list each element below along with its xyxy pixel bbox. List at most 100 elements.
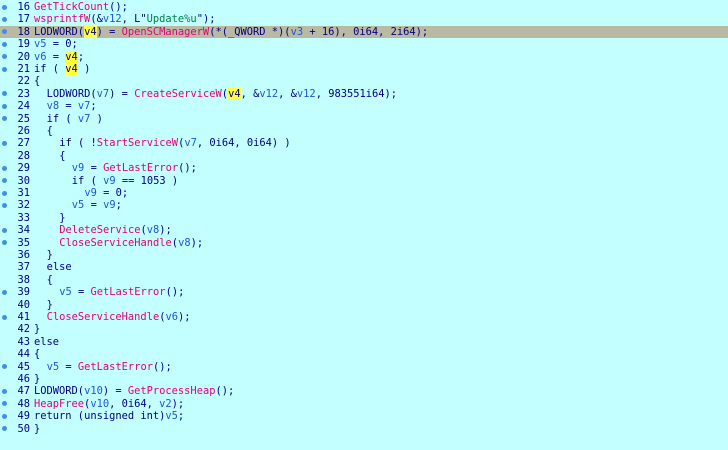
code-text[interactable]: v9 = GetLastError(); [72,162,197,174]
code-line[interactable]: 16 GetTickCount(); [0,1,728,13]
code-variable[interactable]: v10 [84,385,103,397]
line-gutter[interactable]: 43 [0,336,32,348]
code-variable[interactable]: v12 [297,88,316,100]
code-text[interactable]: { [47,274,53,286]
code-text[interactable]: v5 = GetLastError(); [59,286,184,298]
code-variable[interactable]: v8 [47,100,60,112]
code-text[interactable]: HeapFree(v10, 0i64, v2); [34,398,184,410]
line-gutter[interactable]: 23 [0,88,32,100]
line-gutter[interactable]: 46 [0,373,32,385]
code-variable-highlighted[interactable]: v4 [228,87,241,100]
code-line[interactable]: 33} [0,212,728,224]
code-text[interactable]: LODWORD(v7) = CreateServiceW(v4, &v12, &… [47,87,397,100]
code-text[interactable]: LODWORD(v4) = OpenSCManagerW(*(_QWORD *)… [34,25,428,38]
code-line[interactable]: 21 if ( v4 ) [0,63,728,75]
code-text[interactable]: v9 = 0; [84,187,128,199]
line-gutter[interactable]: 22 [0,75,32,87]
code-variable-highlighted[interactable]: v4 [65,50,78,63]
code-keyword[interactable]: if [59,137,72,149]
line-gutter[interactable]: 35 [0,237,32,249]
code-line[interactable]: 23 LODWORD(v7) = CreateServiceW(v4, &v12,… [0,87,728,100]
code-punctuation[interactable]: (); [215,385,234,397]
code-punctuation[interactable]: = [72,286,91,298]
code-punctuation[interactable]: , 983551i64); [316,88,397,100]
code-text[interactable]: { [34,348,40,360]
code-punctuation[interactable]: ) [78,63,90,75]
line-gutter[interactable]: 29 [0,162,32,174]
line-gutter[interactable]: 39 [0,286,32,298]
code-line[interactable]: 35 CloseServiceHandle(v8); [0,237,728,249]
code-function-name[interactable]: GetLastError [103,162,178,174]
code-keyword[interactable]: unsigned int [84,410,159,422]
line-gutter[interactable]: 34 [0,224,32,236]
code-variable[interactable]: v3 [291,26,304,38]
code-line[interactable]: 24 v8 = v7; [0,100,728,112]
line-gutter[interactable]: 44 [0,348,32,360]
code-punctuation[interactable]: ; [116,199,122,211]
code-punctuation[interactable]: ( ! [72,137,97,149]
code-line[interactable]: 34 DeleteService(v8); [0,224,728,236]
code-variable[interactable]: v7 [184,137,197,149]
code-function-name[interactable]: DeleteService [59,224,140,236]
code-line[interactable]: 32 v5 = v9; [0,199,728,211]
code-punctuation[interactable]: == 1053 ) [116,175,178,187]
code-punctuation[interactable]: ) = [103,385,128,397]
code-line[interactable]: 48 HeapFree(v10, 0i64, v2); [0,398,728,410]
line-gutter[interactable]: 26 [0,125,32,137]
line-gutter[interactable]: 50 [0,423,32,435]
code-punctuation[interactable]: } [47,299,53,311]
code-function-name[interactable]: GetLastError [78,361,153,373]
line-gutter[interactable]: 40 [0,299,32,311]
code-punctuation[interactable]: (); [153,361,172,373]
code-punctuation[interactable]: (); [109,1,128,13]
code-function-name[interactable]: CreateServiceW [134,88,222,100]
line-gutter[interactable]: 48 [0,398,32,410]
code-punctuation[interactable]: *)( [266,26,291,38]
code-keyword[interactable]: return [34,410,72,422]
code-punctuation[interactable]: } [59,212,65,224]
code-variable[interactable]: v9 [72,162,85,174]
code-variable[interactable]: v12 [103,13,122,25]
line-gutter[interactable]: 31 [0,187,32,199]
code-punctuation[interactable]: , & [241,88,260,100]
code-text[interactable]: v8 = v7; [47,100,97,112]
code-punctuation[interactable]: (); [166,286,185,298]
code-punctuation[interactable]: "); [197,13,216,25]
code-text[interactable]: LODWORD(v10) = GetProcessHeap(); [34,385,234,397]
code-line[interactable]: 26 { [0,125,728,137]
code-line[interactable]: 31 v9 = 0; [0,187,728,199]
code-function-name[interactable]: CloseServiceHandle [47,311,160,323]
code-line[interactable]: 37 else [0,261,728,273]
code-punctuation[interactable]: ) [90,113,103,125]
code-text[interactable]: } [34,323,40,335]
code-punctuation[interactable]: ) = [109,88,134,100]
code-variable[interactable]: v9 [103,199,116,211]
code-keyword[interactable]: if [72,175,85,187]
code-variable[interactable]: v5 [59,286,72,298]
code-line[interactable]: 17 wsprintfW(&v12, L"Update%u"); [0,13,728,25]
code-function-name[interactable]: StartServiceW [97,137,178,149]
code-punctuation[interactable]: (); [178,162,197,174]
code-variable[interactable]: v9 [84,187,97,199]
code-line[interactable]: 22 { [0,75,728,87]
code-variable[interactable]: v2 [159,398,172,410]
code-line[interactable]: 25 if ( v7 ) [0,113,728,125]
line-gutter[interactable]: 42 [0,323,32,335]
code-line[interactable]: 45 v5 = GetLastError(); [0,361,728,373]
code-punctuation[interactable]: = [84,199,103,211]
code-punctuation[interactable]: ( [72,410,84,422]
code-text[interactable]: v5 = v9; [72,199,122,211]
code-text[interactable]: if ( v7 ) [47,113,103,125]
code-punctuation[interactable]: { [34,348,40,360]
code-line[interactable]: 49 return (unsigned int)v5; [0,410,728,422]
code-line[interactable]: 41 CloseServiceHandle(v6); [0,311,728,323]
line-gutter[interactable]: 27 [0,137,32,149]
code-variable[interactable]: v5 [47,361,60,373]
code-text[interactable]: wsprintfW(&v12, L"Update%u"); [34,13,215,25]
code-punctuation[interactable]: = [47,51,66,63]
code-line-current[interactable]: 18 LODWORD(v4) = OpenSCManagerW(*(_QWORD … [0,25,728,39]
code-punctuation[interactable]: } [47,249,53,261]
code-text[interactable]: { [59,150,65,162]
code-function-name[interactable]: HeapFree [34,398,84,410]
code-text[interactable]: CloseServiceHandle(v8); [59,237,203,249]
